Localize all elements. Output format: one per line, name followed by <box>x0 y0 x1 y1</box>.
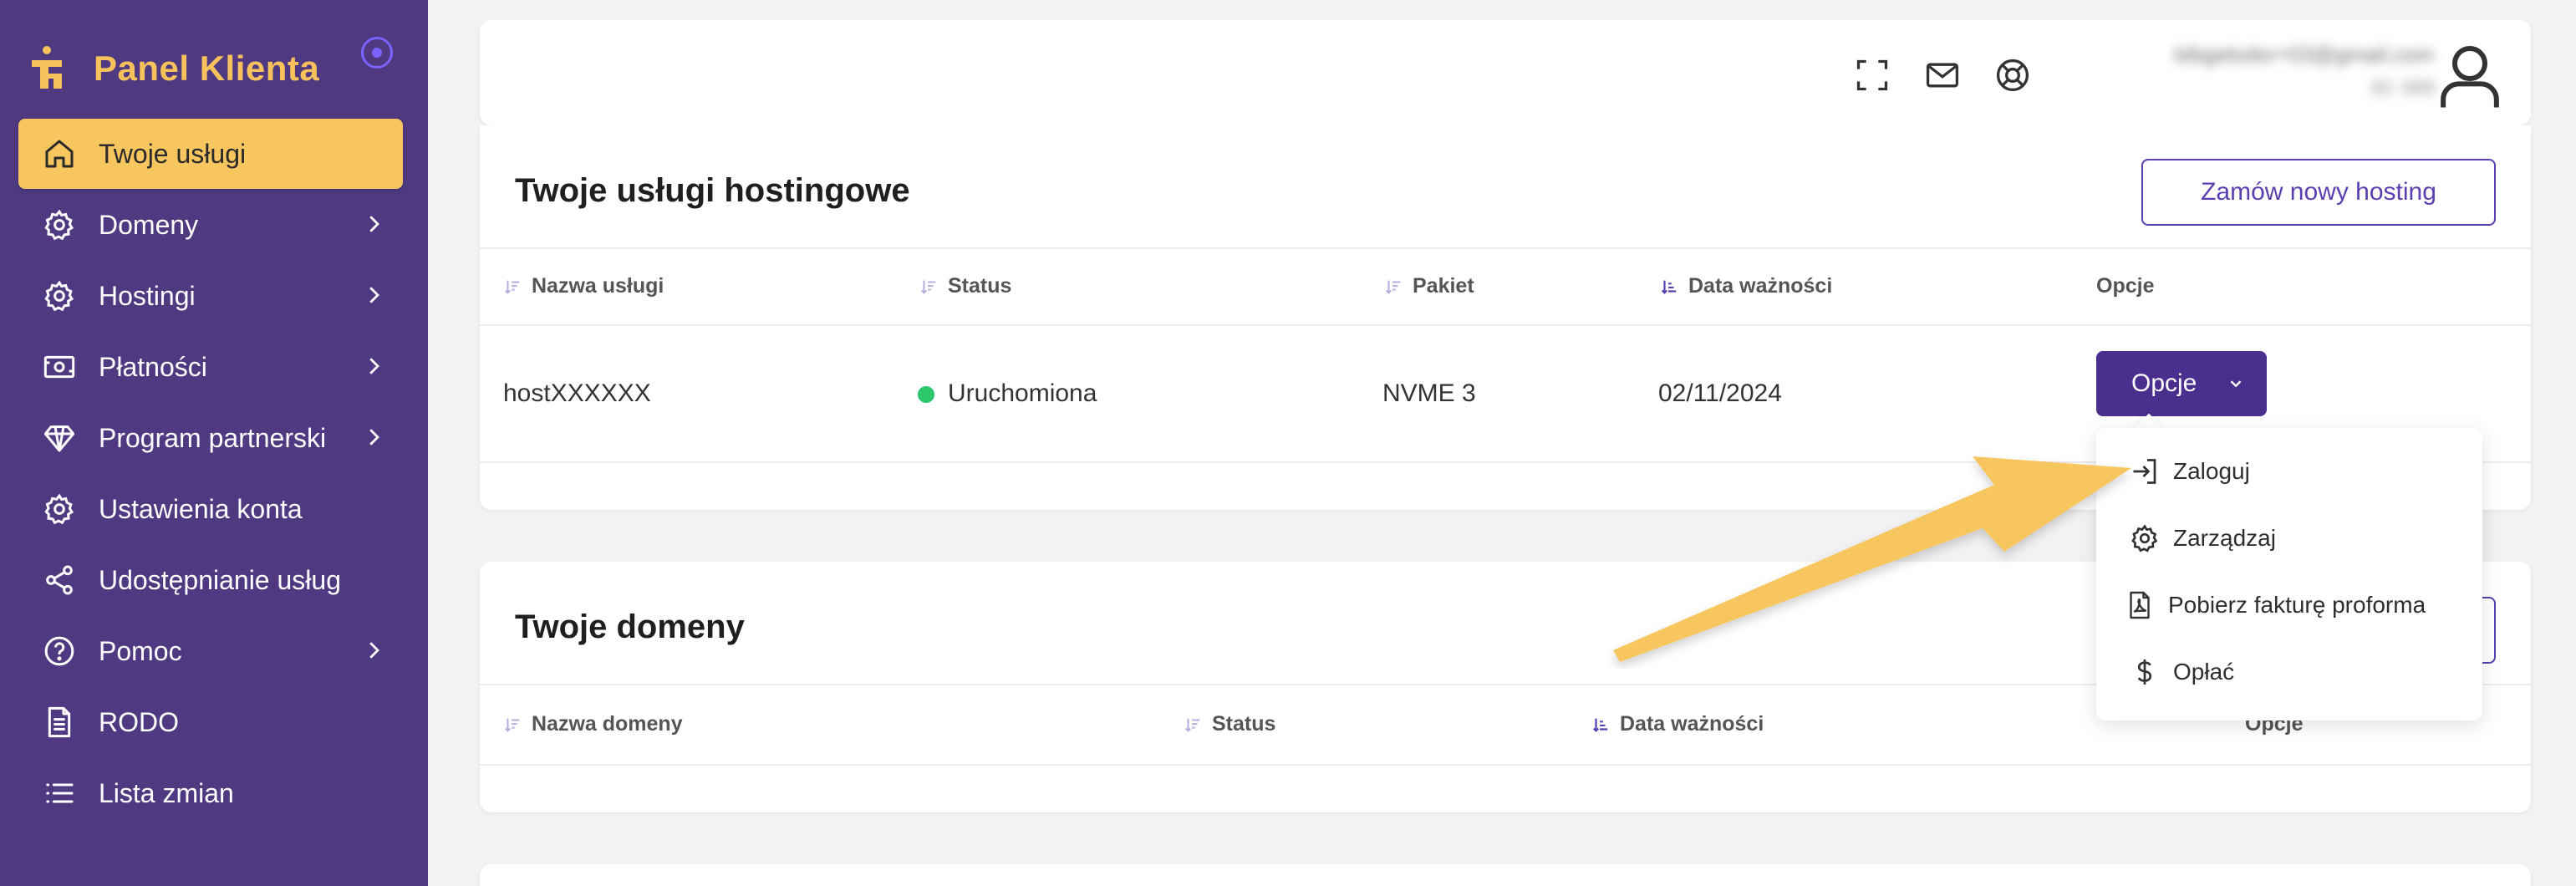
home-icon <box>42 136 77 171</box>
list-icon <box>42 776 77 811</box>
sort-icon <box>1386 280 1401 294</box>
sort-ascending-icon <box>1592 718 1608 732</box>
sidebar-item-label: Ustawienia konta <box>99 493 303 524</box>
sidebar-item-label: Hostingi <box>99 280 196 311</box>
sidebar-item-rodo[interactable]: RODO <box>18 687 403 757</box>
column-header-service-name[interactable]: Nazwa usługi <box>503 274 664 298</box>
brand[interactable]: Panel Klienta <box>28 42 319 95</box>
column-header-package[interactable]: Pakiet <box>1384 274 1474 298</box>
sidebar-nav: Twoje usługi Domeny Hostingi Płatności P… <box>18 119 403 829</box>
sidebar-item-label: Program partnerski <box>99 422 327 453</box>
sidebar-item-label: Domeny <box>99 209 199 240</box>
sidebar-item-ustawienia-konta[interactable]: Ustawienia konta <box>18 474 403 544</box>
login-icon <box>2133 459 2156 484</box>
mail-icon[interactable] <box>1924 57 1961 94</box>
service-name-cell[interactable]: hostXXXXXX <box>503 379 651 408</box>
menu-item-oplac[interactable]: Opłać <box>2130 657 2234 687</box>
top-header: ktbgelodor+03@gmail.com ID: 000 <box>480 20 2531 125</box>
sidebar-item-twoje-uslugi[interactable]: Twoje usługi <box>18 119 403 189</box>
chevron-right-icon <box>369 216 379 232</box>
package-cell: NVME 3 <box>1382 379 1476 407</box>
logo-icon <box>32 46 62 89</box>
sidebar: Panel Klienta Twoje usługi Domeny Hostin… <box>0 0 428 886</box>
divider <box>480 764 2531 766</box>
divider <box>480 324 2531 326</box>
sort-icon <box>921 280 936 294</box>
sidebar-item-pomoc[interactable]: Pomoc <box>18 616 403 686</box>
sort-icon <box>1185 718 1200 732</box>
help-circle-icon <box>42 634 77 669</box>
column-header-status[interactable]: Status <box>919 274 1011 298</box>
sidebar-item-lista-zmian[interactable]: Lista zmian <box>18 758 403 828</box>
sidebar-item-label: Płatności <box>99 351 207 382</box>
chevron-right-icon <box>369 429 379 446</box>
column-header-domain-name[interactable]: Nazwa domeny <box>503 712 683 736</box>
hosting-title: Twoje usługi hostingowe <box>515 172 910 209</box>
divider <box>480 247 2531 249</box>
column-header-expiry-date[interactable]: Data ważności <box>1591 712 1764 736</box>
gear-icon <box>42 278 77 313</box>
sidebar-item-program-partnerski[interactable]: Program partnerski <box>18 403 403 473</box>
column-header-status[interactable]: Status <box>1184 712 1275 736</box>
share-icon <box>42 563 77 598</box>
sidebar-item-label: Lista zmian <box>99 777 234 808</box>
pdf-file-icon <box>2130 591 2150 619</box>
sidebar-item-udostepnianie-uslug[interactable]: Udostępnianie usług <box>18 545 403 615</box>
sidebar-item-label: Udostępnianie usług <box>99 564 341 595</box>
chevron-right-icon <box>369 358 379 374</box>
sidebar-item-label: RODO <box>99 706 179 737</box>
menu-item-pobierz-fakture[interactable]: Pobierz fakturę proforma <box>2125 590 2426 620</box>
sidebar-item-label: Twoje usługi <box>99 138 247 169</box>
user-avatar-icon[interactable] <box>2432 38 2507 114</box>
banknote-icon <box>42 349 77 384</box>
chevron-right-icon <box>369 287 379 303</box>
order-hosting-button[interactable]: Zamów nowy hosting <box>2141 159 2496 226</box>
expiry-date-cell: 02/11/2024 <box>1658 379 1782 407</box>
sidebar-item-domeny[interactable]: Domeny <box>18 190 403 260</box>
sort-icon <box>505 280 520 294</box>
menu-item-zarzadzaj[interactable]: Zarządzaj <box>2130 523 2276 553</box>
options-dropdown-button[interactable]: Opcje <box>2096 351 2267 416</box>
menu-item-zaloguj[interactable]: Zaloguj <box>2130 456 2250 486</box>
column-header-expiry-date[interactable]: Data ważności <box>1660 274 1832 298</box>
sidebar-item-hostingi[interactable]: Hostingi <box>18 261 403 331</box>
dot-icon <box>372 48 382 58</box>
user-email[interactable]: ktbgelodor+03@gmail.com <box>2075 42 2434 67</box>
sort-ascending-icon <box>1661 280 1677 294</box>
lifebuoy-icon[interactable] <box>1994 57 2031 94</box>
user-id: ID: 000 <box>2370 77 2436 99</box>
status-dot-icon <box>918 386 934 404</box>
chevron-right-icon <box>369 642 379 659</box>
options-dropdown-menu: Zaloguj Zarządzaj Pobierz fakturę profor… <box>2096 428 2482 721</box>
gear-icon <box>42 207 77 242</box>
sort-icon <box>505 718 520 732</box>
sidebar-collapse-button[interactable] <box>361 37 393 69</box>
diamond-icon <box>42 420 77 456</box>
next-card <box>480 864 2531 886</box>
chevron-down-icon <box>2230 380 2242 388</box>
brand-title: Panel Klienta <box>94 48 320 88</box>
fullscreen-icon[interactable] <box>1854 57 1891 94</box>
status-cell: Uruchomiona <box>918 379 1097 408</box>
domains-title: Twoje domeny <box>515 608 745 645</box>
document-icon <box>42 705 77 740</box>
dollar-icon <box>2137 659 2152 685</box>
sidebar-item-platnosci[interactable]: Płatności <box>18 332 403 402</box>
gear-icon <box>42 491 77 527</box>
column-header-options: Opcje <box>2096 274 2155 298</box>
sidebar-item-label: Pomoc <box>99 635 182 666</box>
gear-icon <box>2131 524 2158 552</box>
